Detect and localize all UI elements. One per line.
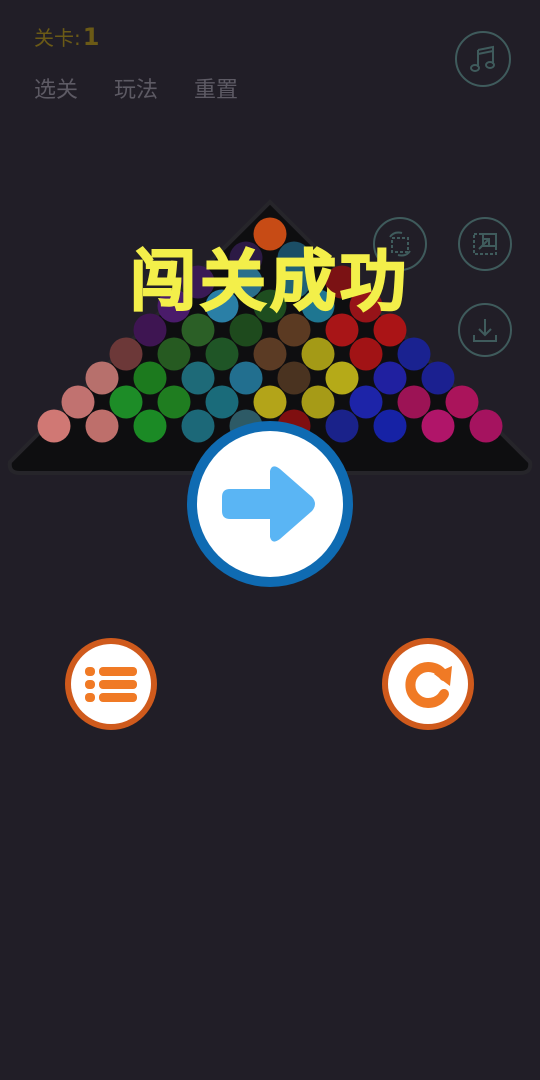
ball[interactable] <box>205 385 239 419</box>
music-note-icon <box>470 45 495 72</box>
ball[interactable] <box>445 385 479 419</box>
level-list-button[interactable] <box>65 638 157 730</box>
ball[interactable] <box>181 409 215 443</box>
ball[interactable] <box>373 361 407 395</box>
menu-reset[interactable]: 重置 <box>194 72 238 104</box>
ball[interactable] <box>253 337 287 371</box>
ball[interactable] <box>421 409 455 443</box>
ball[interactable] <box>325 361 359 395</box>
ball[interactable] <box>61 385 95 419</box>
ball[interactable] <box>133 361 167 395</box>
ball[interactable] <box>421 361 455 395</box>
restart-button[interactable] <box>382 638 474 730</box>
level-label: 关卡: <box>34 26 81 50</box>
ball[interactable] <box>85 409 119 443</box>
level-number: 1 <box>82 23 100 51</box>
level-list-button-face <box>71 644 151 724</box>
next-level-button[interactable] <box>187 421 353 587</box>
ball[interactable] <box>469 409 503 443</box>
arrow-right-icon <box>222 466 315 542</box>
menu-how-to-play[interactable]: 玩法 <box>114 72 158 104</box>
ball[interactable] <box>109 337 143 371</box>
ball[interactable] <box>157 385 191 419</box>
ball[interactable] <box>349 337 383 371</box>
ball[interactable] <box>181 361 215 395</box>
ball[interactable] <box>349 385 383 419</box>
ball[interactable] <box>229 361 263 395</box>
ball[interactable] <box>133 409 167 443</box>
ball[interactable] <box>109 385 143 419</box>
ball[interactable] <box>325 409 359 443</box>
level-indicator: 关卡: 1 <box>34 22 99 51</box>
ball[interactable] <box>301 385 335 419</box>
ball[interactable] <box>301 337 335 371</box>
ball[interactable] <box>373 409 407 443</box>
list-icon <box>85 667 137 702</box>
restart-button-face <box>388 644 468 724</box>
music-button[interactable] <box>455 31 511 87</box>
next-level-button-face <box>197 431 343 577</box>
ball[interactable] <box>277 361 311 395</box>
ball[interactable] <box>397 337 431 371</box>
top-menu: 选关 玩法 重置 <box>34 72 238 104</box>
ball[interactable] <box>157 337 191 371</box>
ball[interactable] <box>85 361 119 395</box>
ball[interactable] <box>37 409 71 443</box>
menu-select-level[interactable]: 选关 <box>34 72 78 104</box>
ball[interactable] <box>205 337 239 371</box>
restart-icon <box>405 662 452 708</box>
ball[interactable] <box>253 385 287 419</box>
ball[interactable] <box>397 385 431 419</box>
level-complete-title: 闯关成功 <box>129 242 410 321</box>
